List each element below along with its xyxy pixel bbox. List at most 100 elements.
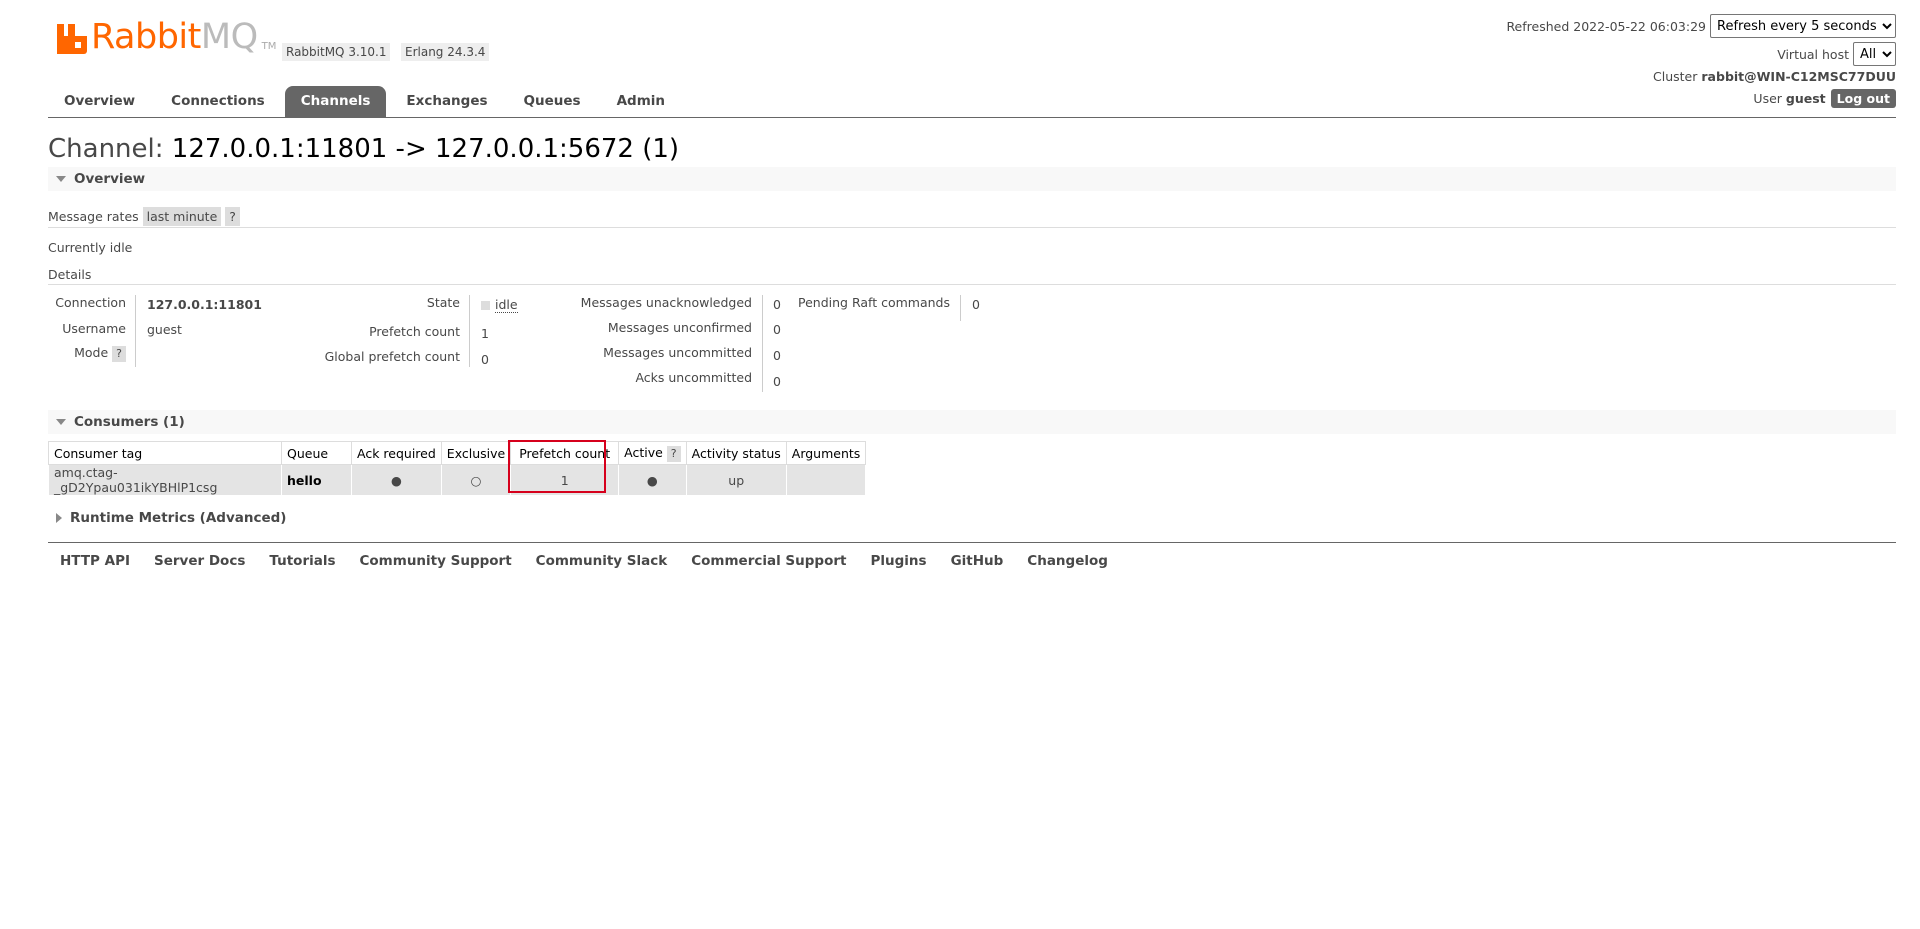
header-status-panel: Refreshed 2022-05-22 06:03:29 Refresh ev… — [1506, 14, 1896, 110]
state-value: idle — [481, 297, 518, 313]
consumer-tag-cell: amq.ctag-_gD2Ypau031ikYBHlP1csg — [48, 464, 282, 496]
ack-required-cell: ● — [351, 464, 442, 496]
messages-unacknowledged-value: 0 — [773, 297, 781, 312]
footer-link-plugins[interactable]: Plugins — [858, 551, 938, 571]
footer-link-github[interactable]: GitHub — [939, 551, 1016, 571]
pending-raft-commands-value: 0 — [972, 297, 980, 312]
exclusive-cell: ○ — [440, 464, 512, 496]
consumers-section-title: Consumers (1) — [74, 414, 185, 430]
consumers-table: Consumer tag Queue Ack required Exclusiv… — [48, 441, 867, 496]
state-indicator-icon — [481, 300, 490, 310]
cluster-label: Cluster — [1653, 68, 1698, 84]
footer-link-http-api[interactable]: HTTP API — [48, 551, 142, 571]
refresh-interval-select[interactable]: Refresh every 5 seconds — [1710, 14, 1896, 38]
tab-connections[interactable]: Connections — [155, 86, 281, 117]
runtime-metrics-section-title: Runtime Metrics (Advanced) — [70, 510, 287, 526]
message-rates-help-button[interactable]: ? — [225, 207, 240, 226]
logo-text-mq: MQ — [200, 17, 258, 57]
footer-link-server-docs[interactable]: Server Docs — [142, 551, 257, 571]
table-header-row: Consumer tag Queue Ack required Exclusiv… — [48, 441, 867, 465]
mode-label: Mode — [74, 345, 109, 360]
footer-link-commercial-support[interactable]: Commercial Support — [679, 551, 858, 571]
col-ack-required: Ack required — [351, 441, 442, 465]
activity-status-cell: up — [685, 464, 787, 496]
main-nav-tabs: Overview Connections Channels Exchanges … — [48, 86, 685, 117]
col-active: Active ? — [618, 441, 687, 465]
details-label: Details — [48, 267, 92, 282]
col-active-label: Active — [624, 444, 663, 460]
footer-divider — [48, 542, 1896, 543]
footer-link-community-slack[interactable]: Community Slack — [524, 551, 680, 571]
messages-unconfirmed-value: 0 — [773, 322, 781, 337]
column-separator — [960, 295, 961, 321]
active-cell: ● — [618, 464, 687, 496]
tab-divider — [48, 117, 1896, 118]
col-consumer-tag: Consumer tag — [48, 441, 282, 465]
connection-label: Connection — [55, 295, 126, 310]
col-exclusive: Exclusive — [440, 441, 512, 465]
divider — [48, 227, 1896, 228]
page-title: Channel: 127.0.0.1:11801 -> 127.0.0.1:56… — [48, 134, 679, 164]
prefetch-count-label: Prefetch count — [369, 324, 460, 339]
column-separator — [469, 295, 470, 367]
runtime-metrics-section-header[interactable]: Runtime Metrics (Advanced) — [48, 506, 1896, 530]
col-prefetch-count: Prefetch count — [510, 441, 620, 465]
footer-link-community-support[interactable]: Community Support — [348, 551, 524, 571]
rabbitmq-version-badge: RabbitMQ 3.10.1 — [282, 43, 391, 61]
footer-links: HTTP API Server Docs Tutorials Community… — [48, 551, 1120, 571]
mode-help-button[interactable]: ? — [112, 346, 126, 362]
col-queue: Queue — [281, 441, 352, 465]
messages-unacknowledged-label: Messages unacknowledged — [580, 295, 752, 310]
message-rates-period-button[interactable]: last minute — [142, 207, 222, 226]
footer-link-tutorials[interactable]: Tutorials — [257, 551, 347, 571]
overview-section-title: Overview — [74, 171, 146, 187]
column-separator — [135, 295, 136, 367]
overview-section-header[interactable]: Overview — [48, 167, 1896, 191]
rabbitmq-logo[interactable]: Rabbit MQ TM — [57, 17, 277, 57]
user-name: guest — [1785, 90, 1826, 106]
virtual-host-label: Virtual host — [1777, 46, 1849, 62]
tab-channels[interactable]: Channels — [284, 86, 387, 117]
messages-unconfirmed-label: Messages unconfirmed — [607, 320, 752, 335]
refreshed-timestamp: Refreshed 2022-05-22 06:03:29 — [1506, 18, 1706, 34]
active-help-button[interactable]: ? — [666, 445, 681, 462]
queue-link[interactable]: hello — [281, 464, 352, 496]
cluster-name: rabbit@WIN-C12MSC77DUU — [1701, 68, 1896, 84]
collapse-arrow-icon — [56, 418, 66, 425]
divider — [48, 284, 1896, 285]
page-title-prefix: Channel: — [48, 134, 164, 164]
arguments-cell — [785, 464, 867, 496]
tab-admin[interactable]: Admin — [601, 86, 681, 117]
col-arguments: Arguments — [785, 441, 867, 465]
page-title-value: 127.0.0.1:11801 -> 127.0.0.1:5672 (1) — [171, 134, 680, 164]
column-separator — [762, 295, 763, 392]
messages-uncommitted-label: Messages uncommitted — [603, 345, 752, 360]
logout-button[interactable]: Log out — [1830, 88, 1896, 108]
consumers-section-header[interactable]: Consumers (1) — [48, 410, 1896, 434]
collapse-arrow-icon — [56, 175, 66, 182]
tab-queues[interactable]: Queues — [508, 86, 597, 117]
rabbit-logo-icon — [57, 24, 87, 54]
messages-uncommitted-value: 0 — [773, 348, 781, 363]
tab-overview[interactable]: Overview — [48, 86, 151, 117]
prefetch-count-value: 1 — [481, 326, 489, 341]
footer-link-changelog[interactable]: Changelog — [1015, 551, 1120, 571]
user-label: User — [1753, 90, 1782, 106]
tab-exchanges[interactable]: Exchanges — [390, 86, 503, 117]
erlang-version-badge: Erlang 24.3.4 — [401, 43, 490, 61]
username-value: guest — [147, 322, 182, 337]
pending-raft-commands-label: Pending Raft commands — [798, 295, 950, 310]
acks-uncommitted-label: Acks uncommitted — [635, 370, 752, 385]
connection-link[interactable]: 127.0.0.1:11801 — [147, 297, 262, 312]
state-value-text: idle — [495, 297, 518, 313]
logo-text-rabbit: Rabbit — [91, 17, 201, 57]
logo-trademark: TM — [261, 41, 277, 52]
global-prefetch-count-value: 0 — [481, 352, 489, 367]
state-label: State — [426, 295, 460, 310]
message-rates-row: Message rates last minute ? — [48, 207, 240, 226]
prefetch-count-cell: 1 — [510, 464, 620, 496]
virtual-host-select[interactable]: All — [1853, 42, 1896, 66]
expand-arrow-icon — [56, 512, 62, 523]
acks-uncommitted-value: 0 — [773, 374, 781, 389]
currently-idle-text: Currently idle — [48, 240, 133, 255]
